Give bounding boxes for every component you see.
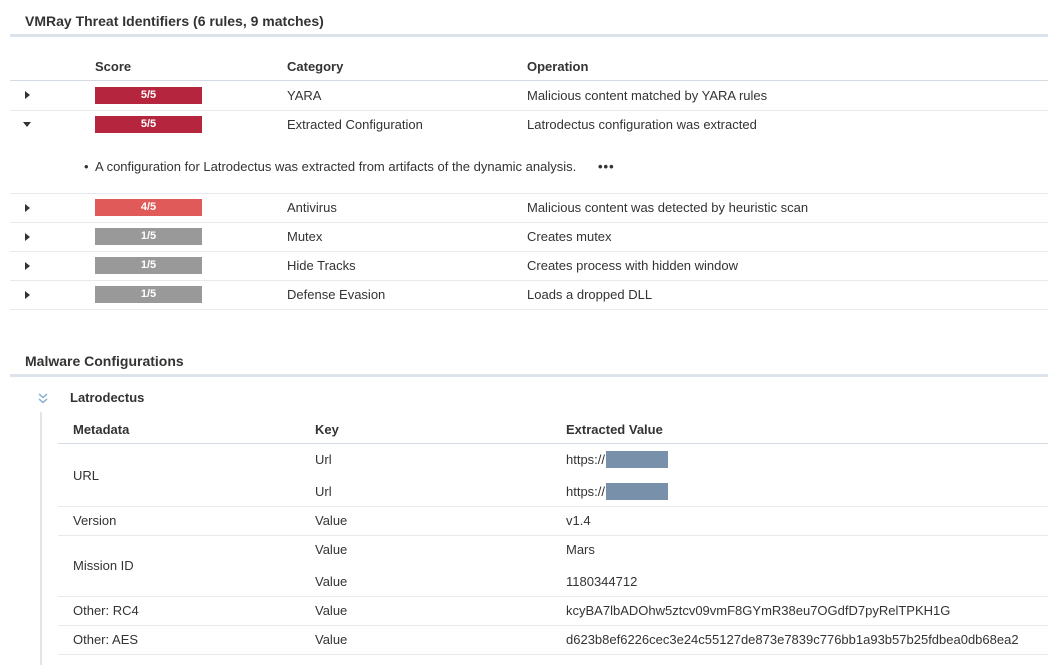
tree-line: [40, 412, 42, 665]
caret-right-icon[interactable]: [22, 203, 32, 213]
more-dots-icon[interactable]: •••: [598, 159, 615, 174]
operation-cell: Malicious content matched by YARA rules: [527, 88, 768, 103]
section-divider: [10, 374, 1048, 377]
key-cell: Url: [315, 484, 332, 499]
score-badge: 1/5: [95, 286, 202, 303]
key-cell: Value: [315, 632, 348, 647]
caret-down-icon[interactable]: [22, 119, 32, 129]
value-cell: v1.4: [566, 513, 591, 528]
operation-cell: Malicious content was detected by heuris…: [527, 200, 809, 215]
header-score: Score: [95, 59, 132, 74]
metadata-cell: Other: AES: [73, 632, 139, 647]
threat-section-title: VMRay Threat Identifiers (6 rules, 9 mat…: [25, 13, 324, 29]
score-badge: 5/5: [95, 116, 202, 133]
row-divider: [58, 535, 1048, 536]
malware-section-title: Malware Configurations: [25, 353, 184, 369]
metadata-cell: Version: [73, 513, 117, 528]
row-divider: [58, 506, 1048, 507]
category-cell: Antivirus: [287, 200, 337, 215]
metadata-cell: URL: [73, 468, 100, 483]
row-divider: [58, 625, 1048, 626]
operation-cell: Creates mutex: [527, 229, 612, 244]
header-extracted-value: Extracted Value: [566, 422, 663, 437]
detail-text: A configuration for Latrodectus was extr…: [95, 159, 577, 174]
key-cell: Value: [315, 542, 348, 557]
row-divider: [10, 309, 1048, 310]
header-divider: [10, 80, 1048, 81]
header-operation: Operation: [527, 59, 589, 74]
redacted-block: [606, 483, 669, 501]
row-divider: [58, 596, 1048, 597]
value-cell: d623b8ef6226cec3e24c55127de873e7839c776b…: [566, 632, 1019, 647]
header-category: Category: [287, 59, 344, 74]
caret-right-icon[interactable]: [22, 232, 32, 242]
score-badge: 1/5: [95, 257, 202, 274]
score-badge: 4/5: [95, 199, 202, 216]
key-cell: Value: [315, 574, 348, 589]
key-cell: Value: [315, 603, 348, 618]
header-divider: [58, 443, 1048, 444]
row-divider: [10, 222, 1048, 223]
key-cell: Url: [315, 452, 332, 467]
row-divider: [10, 251, 1048, 252]
operation-cell: Loads a dropped DLL: [527, 287, 653, 302]
value-cell: kcyBA7lbADOhw5ztcv09vmF8GYmR38eu7OGdfD7p…: [566, 603, 951, 618]
header-metadata: Metadata: [73, 422, 130, 437]
score-badge: 1/5: [95, 228, 202, 245]
category-cell: Extracted Configuration: [287, 117, 423, 132]
caret-right-icon[interactable]: [22, 290, 32, 300]
row-divider: [10, 280, 1048, 281]
url-prefix: https://: [566, 452, 606, 467]
collapse-chevrons-icon[interactable]: [37, 391, 49, 408]
row-divider: [58, 654, 1048, 655]
category-cell: Mutex: [287, 229, 323, 244]
config-family-title: Latrodectus: [70, 390, 145, 405]
caret-right-icon[interactable]: [22, 261, 32, 271]
value-cell: 1180344712: [566, 574, 638, 589]
redacted-block: [606, 451, 669, 469]
category-cell: Defense Evasion: [287, 287, 386, 302]
row-divider: [10, 110, 1048, 111]
operation-cell: Latrodectus configuration was extracted: [527, 117, 757, 132]
row-divider: [10, 193, 1048, 194]
bullet-icon: •: [84, 159, 89, 174]
value-cell: Mars: [566, 542, 595, 557]
section-divider: [10, 34, 1048, 37]
caret-right-icon[interactable]: [22, 90, 32, 100]
value-cell: https://: [566, 451, 669, 469]
operation-cell: Creates process with hidden window: [527, 258, 738, 273]
key-cell: Value: [315, 513, 348, 528]
metadata-cell: Other: RC4: [73, 603, 139, 618]
url-prefix: https://: [566, 484, 606, 499]
score-badge: 5/5: [95, 87, 202, 104]
value-cell: https://: [566, 483, 669, 501]
category-cell: Hide Tracks: [287, 258, 356, 273]
header-key: Key: [315, 422, 339, 437]
metadata-cell: Mission ID: [73, 558, 134, 573]
category-cell: YARA: [287, 88, 322, 103]
